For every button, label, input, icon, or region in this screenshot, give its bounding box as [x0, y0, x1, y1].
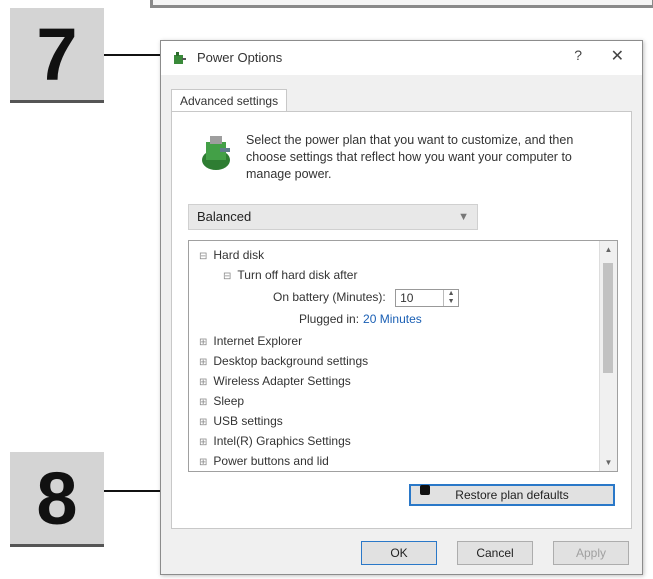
expand-icon[interactable]: ⊞: [199, 357, 207, 368]
scroll-up-icon[interactable]: ▲: [600, 241, 617, 258]
tree-item-label: Internet Explorer: [213, 334, 303, 348]
step-8-callout: 8: [10, 452, 104, 547]
apply-button[interactable]: Apply: [553, 541, 629, 565]
on-battery-label: On battery (Minutes):: [273, 290, 386, 304]
collapse-icon[interactable]: ⊟: [199, 251, 207, 262]
tree-item[interactable]: ⊞ Wireless Adapter Settings: [199, 371, 351, 391]
power-plan-dropdown[interactable]: Balanced ▼: [188, 204, 478, 230]
tree-item[interactable]: ⊞ Sleep: [199, 391, 244, 411]
vertical-scrollbar[interactable]: ▲ ▼: [599, 241, 617, 471]
power-options-icon: [174, 52, 186, 64]
power-plan-selected-value: Balanced: [197, 209, 252, 224]
tree-item[interactable]: ⊞ Desktop background settings: [199, 351, 368, 371]
stepper-arrows-icon[interactable]: ▲ ▼: [443, 289, 458, 306]
tree-item-label: Turn off hard disk after: [237, 268, 358, 282]
step-8-pointer: [420, 485, 430, 495]
scroll-down-icon[interactable]: ▼: [600, 454, 617, 471]
tree-item-hard-disk[interactable]: ⊟ Hard disk: [199, 245, 264, 265]
advanced-settings-panel: Select the power plan that you want to c…: [171, 111, 632, 529]
expand-icon[interactable]: ⊞: [199, 377, 207, 388]
tree-item[interactable]: ⊞ USB settings: [199, 411, 283, 431]
chevron-down-icon: ▼: [458, 211, 469, 223]
expand-icon[interactable]: ⊞: [199, 397, 207, 408]
tree-item-label: Hard disk: [213, 248, 265, 262]
settings-tree: ⊟ Hard disk ⊟ Turn off hard disk after On …: [189, 241, 600, 471]
settings-tree-list[interactable]: ⊟ Hard disk ⊟ Turn off hard disk after On …: [188, 240, 618, 472]
restore-plan-defaults-button[interactable]: Restore plan defaults: [409, 484, 615, 506]
title-bar: Power Options ? ✕: [161, 41, 642, 75]
close-button[interactable]: ✕: [611, 46, 624, 66]
tree-item[interactable]: ⊞ Intel(R) Graphics Settings: [199, 431, 351, 451]
cancel-button[interactable]: Cancel: [457, 541, 533, 565]
expand-icon[interactable]: ⊞: [199, 437, 207, 448]
expand-icon[interactable]: ⊞: [199, 417, 207, 428]
tree-item-label: Power buttons and lid: [213, 454, 329, 468]
plugged-in-label: Plugged in:: [299, 312, 360, 326]
instruction-text: Select the power plan that you want to c…: [246, 133, 574, 181]
step-7-callout: 7: [10, 8, 104, 103]
step-7-number: 7: [36, 12, 78, 96]
tab-advanced-settings[interactable]: Advanced settings: [171, 89, 288, 112]
expand-icon[interactable]: ⊞: [199, 457, 207, 468]
on-battery-minutes-stepper[interactable]: 10 ▲ ▼: [395, 288, 460, 307]
tree-item[interactable]: ⊞ Power buttons and lid: [199, 451, 329, 471]
expand-icon[interactable]: ⊞: [199, 337, 207, 348]
scrollbar-thumb[interactable]: [603, 263, 613, 373]
plugged-in-value-link[interactable]: 20 Minutes: [363, 312, 422, 326]
tree-item-turn-off-hard-disk[interactable]: ⊟ Turn off hard disk after: [223, 265, 357, 285]
ok-button[interactable]: OK: [361, 541, 437, 565]
tree-item-label: Desktop background settings: [213, 354, 369, 368]
tree-item-label: USB settings: [213, 414, 283, 428]
tree-item-label: Sleep: [213, 394, 245, 408]
dialog-title: Power Options: [197, 50, 283, 65]
previous-window-edge: [150, 0, 653, 8]
collapse-icon[interactable]: ⊟: [223, 271, 231, 282]
power-options-dialog: Power Options ? ✕ Advanced settings Sele…: [160, 40, 643, 575]
tree-item-label: Intel(R) Graphics Settings: [213, 434, 351, 448]
on-battery-value: 10: [400, 290, 414, 305]
help-button[interactable]: ?: [574, 47, 582, 63]
power-plan-icon: [202, 136, 230, 170]
tree-item-label: Wireless Adapter Settings: [213, 374, 351, 388]
tree-item[interactable]: ⊞ Internet Explorer: [199, 331, 302, 351]
tree-item-plugged-in: Plugged in: 20 Minutes: [299, 309, 422, 329]
step-8-number: 8: [36, 456, 78, 540]
tree-item-on-battery: On battery (Minutes): 10 ▲ ▼: [273, 287, 460, 307]
